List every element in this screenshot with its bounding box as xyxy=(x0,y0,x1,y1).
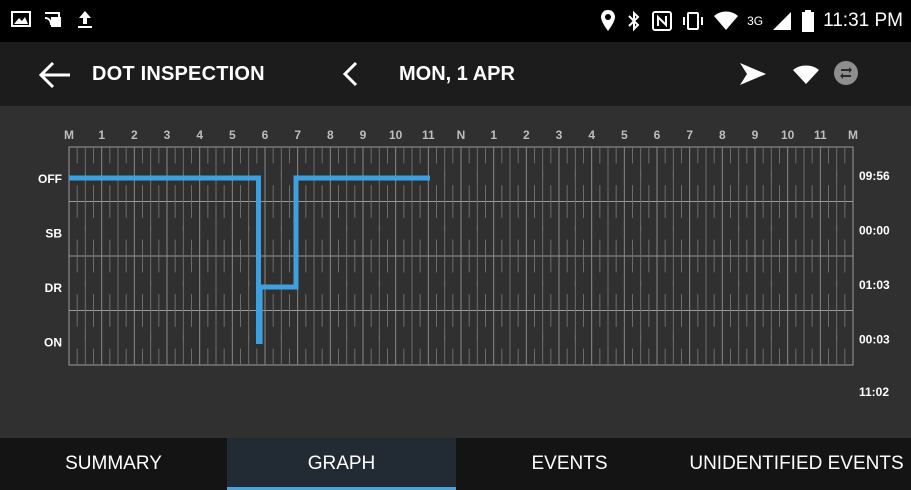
status-bar-right: 3G 11:31 PM xyxy=(599,9,903,33)
bottom-tab-bar: SUMMARY GRAPH EVENTS UNIDENTIFIED EVENTS xyxy=(0,438,911,490)
hour-label: 8 xyxy=(327,128,334,142)
hour-label: 8 xyxy=(719,128,726,142)
gallery-notification-icon xyxy=(11,11,31,27)
upload-icon xyxy=(78,11,92,28)
hour-label: 5 xyxy=(621,128,628,142)
send-icon[interactable] xyxy=(739,62,767,86)
tab-unidentified-events[interactable]: UNIDENTIFIED EVENTS xyxy=(683,438,910,490)
hour-label: 11 xyxy=(814,128,827,142)
hour-label: M xyxy=(848,128,858,142)
tab-graph[interactable]: GRAPH xyxy=(227,438,456,490)
duty-status-chart: M 1 2 3 4 5 6 7 8 9 10 11 N 1 2 3 4 5 6 7 8 9 10 11 M OFFSBDRON … xyxy=(38,128,890,399)
hour-label: 7 xyxy=(686,128,693,142)
hour-label: 10 xyxy=(389,128,403,142)
cast-notification-icon xyxy=(44,12,61,27)
grand-total: 11:02 xyxy=(859,385,889,399)
duty-status-line xyxy=(69,175,430,344)
status-bar: 3G 11:31 PM xyxy=(0,0,911,42)
bluetooth-icon xyxy=(628,10,640,32)
hour-label: 1 xyxy=(98,128,105,142)
hour-label: 3 xyxy=(164,128,171,142)
battery-icon xyxy=(802,10,815,32)
hour-label: 10 xyxy=(781,128,795,142)
hour-label: 4 xyxy=(196,128,203,142)
status-total: 01:03 xyxy=(859,278,890,292)
status-total: 09:56 xyxy=(859,169,890,183)
network-type: 3G xyxy=(747,14,764,28)
status-row-label: ON xyxy=(44,336,62,350)
hour-label: 9 xyxy=(360,128,367,142)
hour-label: 1 xyxy=(490,128,497,142)
back-arrow-icon[interactable] xyxy=(38,60,72,90)
app-bar: DOT INSPECTION MON, 1 APR xyxy=(0,42,911,106)
wifi-icon xyxy=(714,11,739,30)
sync-arrows-glyph xyxy=(840,67,852,79)
hour-label: M xyxy=(64,128,74,142)
duty-status-graph: M 1 2 3 4 5 6 7 8 9 10 11 N 1 2 3 4 5 6 7 8 9 10 11 M OFF SB DR ON … xyxy=(0,106,911,438)
signal-icon xyxy=(773,12,792,30)
hour-label: 6 xyxy=(654,128,661,142)
status-total: 00:00 xyxy=(859,224,890,238)
tab-summary[interactable]: SUMMARY xyxy=(0,438,227,490)
tab-events[interactable]: EVENTS xyxy=(456,438,683,490)
status-row-label: OFF xyxy=(38,172,62,186)
status-row-label: DR xyxy=(45,281,63,295)
hour-label: N xyxy=(457,128,466,142)
sync-icon[interactable] xyxy=(834,61,858,85)
location-icon xyxy=(601,10,616,31)
hour-label: 11 xyxy=(422,128,435,142)
hour-label: 5 xyxy=(229,128,236,142)
hour-label: 3 xyxy=(556,128,563,142)
hour-label: 2 xyxy=(131,128,138,142)
hour-label: 9 xyxy=(752,128,759,142)
status-row-label: SB xyxy=(45,227,62,241)
status-time: 11:31 PM xyxy=(823,10,903,31)
selected-date[interactable]: MON, 1 APR xyxy=(399,63,515,86)
connection-status-icon[interactable] xyxy=(792,65,820,85)
hour-label: 7 xyxy=(294,128,301,142)
page-title: DOT INSPECTION xyxy=(92,63,265,85)
vibrate-icon xyxy=(683,12,704,30)
previous-day-chevron-icon[interactable] xyxy=(341,61,359,87)
status-total: 00:03 xyxy=(859,333,890,347)
hour-label: 4 xyxy=(588,128,595,142)
hour-label: 6 xyxy=(262,128,269,142)
hour-label: 2 xyxy=(523,128,530,142)
nfc-icon xyxy=(652,11,673,31)
status-bar-left xyxy=(10,8,96,30)
